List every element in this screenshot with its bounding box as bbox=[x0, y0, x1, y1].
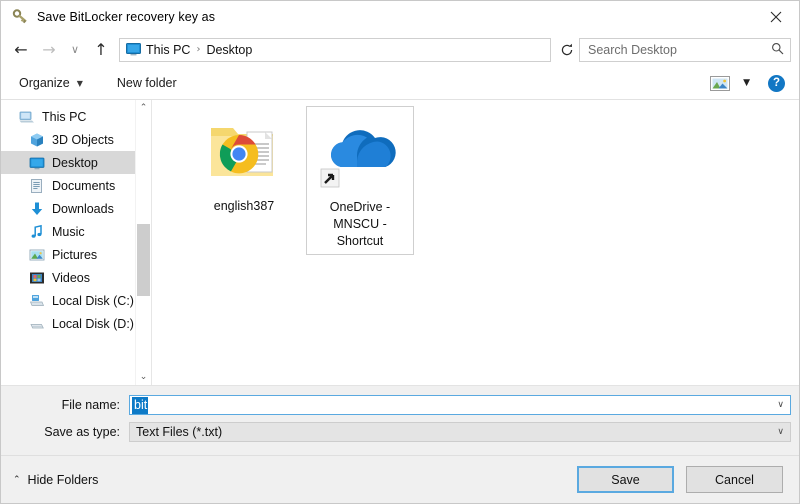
sidebar-item-3d-objects[interactable]: 3D Objects bbox=[1, 128, 151, 151]
title-bar: Save BitLocker recovery key as bbox=[1, 1, 799, 32]
sidebar-item-this-pc[interactable]: This PC bbox=[1, 105, 151, 128]
sidebar-item-videos[interactable]: Videos bbox=[1, 266, 151, 289]
organize-button[interactable]: Organize ▼ bbox=[15, 71, 87, 95]
sidebar-label: Music bbox=[52, 225, 85, 239]
command-toolbar: Organize ▼ New folder ▼ ? bbox=[1, 67, 799, 100]
refresh-button[interactable] bbox=[555, 37, 579, 63]
sidebar-item-downloads[interactable]: Downloads bbox=[1, 197, 151, 220]
filename-value[interactable]: bit bbox=[132, 397, 148, 414]
downloads-icon bbox=[29, 201, 45, 217]
this-pc-monitor-icon bbox=[126, 43, 142, 56]
sidebar-label: Documents bbox=[52, 179, 115, 193]
sidebar-label: Local Disk (D:) bbox=[52, 317, 134, 331]
documents-icon bbox=[29, 178, 45, 194]
hide-folders-label: Hide Folders bbox=[28, 473, 99, 487]
breadcrumb-this-pc[interactable]: This PC bbox=[146, 43, 190, 57]
filename-input[interactable]: bit ∨ bbox=[129, 395, 791, 415]
local-disk-c-icon bbox=[29, 293, 45, 309]
breadcrumb-desktop[interactable]: Desktop bbox=[206, 43, 252, 57]
save-button[interactable]: Save bbox=[577, 466, 674, 493]
view-layout-icon[interactable] bbox=[710, 75, 730, 92]
organize-label: Organize bbox=[19, 76, 70, 90]
bitlocker-key-icon bbox=[11, 8, 29, 26]
scroll-down-arrow-icon[interactable]: ⌄ bbox=[136, 369, 151, 385]
sidebar-label: 3D Objects bbox=[52, 133, 114, 147]
up-arrow-icon: ↑ bbox=[94, 42, 107, 58]
sidebar-item-pictures[interactable]: Pictures bbox=[1, 243, 151, 266]
new-folder-label: New folder bbox=[117, 76, 177, 90]
chrome-folder-icon bbox=[203, 110, 285, 192]
address-bar[interactable]: This PC › Desktop › bbox=[119, 38, 551, 62]
view-options-caret-icon[interactable]: ▼ bbox=[743, 78, 750, 88]
filetype-label: Save as type: bbox=[9, 425, 129, 439]
videos-icon bbox=[29, 270, 45, 286]
dialog-footer: ⌃ Hide Folders Save Cancel bbox=[1, 455, 799, 503]
sidebar-item-local-disk-d[interactable]: Local Disk (D:) bbox=[1, 312, 151, 335]
up-button[interactable]: ↑ bbox=[87, 37, 115, 63]
sidebar-item-documents[interactable]: Documents bbox=[1, 174, 151, 197]
sidebar-item-local-disk-c[interactable]: Local Disk (C:) bbox=[1, 289, 151, 312]
back-arrow-icon: ← bbox=[14, 42, 27, 58]
sidebar-label: Desktop bbox=[52, 156, 98, 170]
file-label: english387 bbox=[214, 198, 274, 215]
help-label: ? bbox=[773, 77, 780, 89]
local-disk-d-icon bbox=[29, 316, 45, 332]
window-title: Save BitLocker recovery key as bbox=[37, 10, 215, 24]
music-icon bbox=[29, 224, 45, 240]
desktop-icon bbox=[29, 155, 45, 171]
cancel-button[interactable]: Cancel bbox=[686, 466, 783, 493]
filename-label: File name: bbox=[9, 398, 129, 412]
breadcrumb-separator-1[interactable]: › bbox=[196, 44, 200, 55]
navigation-bar: ← → ∨ ↑ This PC › Desktop › bbox=[1, 32, 799, 67]
filetype-value: Text Files (*.txt) bbox=[136, 425, 222, 439]
sidebar-label: This PC bbox=[42, 110, 86, 124]
save-as-dialog: Save BitLocker recovery key as ← → ∨ ↑ bbox=[0, 0, 800, 504]
chevron-down-icon: ▼ bbox=[77, 79, 83, 88]
search-box[interactable]: Search Desktop bbox=[579, 38, 791, 62]
scroll-up-arrow-icon[interactable]: ⌃ bbox=[136, 100, 151, 116]
onedrive-shortcut-icon bbox=[319, 111, 401, 193]
forward-arrow-icon: → bbox=[42, 42, 55, 58]
chevron-down-icon[interactable]: ∨ bbox=[777, 427, 784, 437]
help-button[interactable]: ? bbox=[768, 75, 785, 92]
save-form: File name: bit ∨ Save as type: Text File… bbox=[1, 385, 799, 455]
dialog-content: This PC 3D Objects bbox=[1, 100, 799, 385]
close-button[interactable] bbox=[753, 1, 799, 32]
filetype-row: Save as type: Text Files (*.txt) ∨ bbox=[9, 422, 791, 442]
filetype-select[interactable]: Text Files (*.txt) ∨ bbox=[129, 422, 791, 442]
file-label: OneDrive - MNSCU - Shortcut bbox=[310, 199, 410, 250]
hide-folders-button[interactable]: ⌃ Hide Folders bbox=[13, 473, 98, 487]
sidebar-item-desktop[interactable]: Desktop bbox=[1, 151, 151, 174]
back-button[interactable]: ← bbox=[7, 37, 35, 63]
sidebar-label: Downloads bbox=[52, 202, 114, 216]
recent-locations-button[interactable]: ∨ bbox=[63, 37, 87, 63]
sidebar-label: Local Disk (C:) bbox=[52, 294, 134, 308]
chevron-up-icon: ⌃ bbox=[13, 475, 21, 485]
filename-row: File name: bit ∨ bbox=[9, 395, 791, 415]
sidebar-scrollbar[interactable]: ⌃ ⌄ bbox=[135, 100, 151, 385]
sidebar-label: Videos bbox=[52, 271, 90, 285]
cancel-label: Cancel bbox=[715, 473, 754, 487]
new-folder-button[interactable]: New folder bbox=[113, 71, 181, 95]
file-item-onedrive-shortcut[interactable]: OneDrive - MNSCU - Shortcut bbox=[306, 106, 414, 255]
3d-objects-icon bbox=[29, 132, 45, 148]
scrollbar-thumb[interactable] bbox=[137, 224, 150, 296]
file-list-pane[interactable]: english387 OneDrive - MNSCU - Shortcut bbox=[152, 100, 799, 385]
this-pc-icon bbox=[19, 109, 35, 125]
search-input[interactable]: Search Desktop bbox=[588, 43, 771, 57]
chevron-down-icon: ∨ bbox=[71, 44, 79, 55]
sidebar-item-music[interactable]: Music bbox=[1, 220, 151, 243]
search-icon bbox=[771, 42, 784, 58]
save-label: Save bbox=[611, 473, 640, 487]
forward-button[interactable]: → bbox=[35, 37, 63, 63]
file-item-english387[interactable]: english387 bbox=[190, 106, 298, 255]
navigation-sidebar: This PC 3D Objects bbox=[1, 100, 151, 385]
pictures-icon bbox=[29, 247, 45, 263]
sidebar-label: Pictures bbox=[52, 248, 97, 262]
chevron-down-icon[interactable]: ∨ bbox=[777, 400, 784, 410]
